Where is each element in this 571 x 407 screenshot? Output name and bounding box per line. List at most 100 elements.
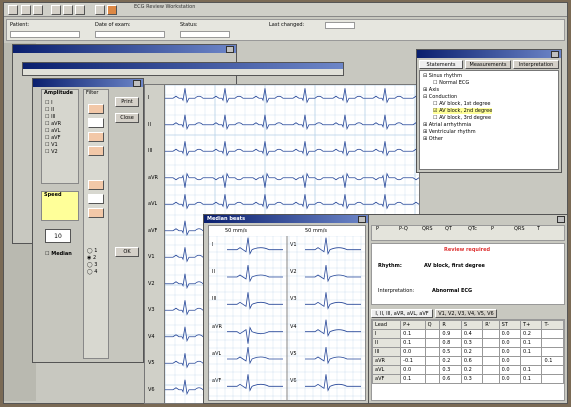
filter-button[interactable] xyxy=(88,104,104,114)
lead-label-column xyxy=(145,85,165,403)
median-beat-trace xyxy=(227,292,283,310)
lead-checkbox[interactable]: ☐ aVR xyxy=(45,121,77,128)
table-cell: 0.1 xyxy=(520,365,543,375)
tree-item[interactable]: ⊞ Other xyxy=(423,136,555,143)
lead-checkbox[interactable]: ☐ V2 xyxy=(45,149,77,156)
table-cell: aVR xyxy=(372,356,402,366)
lead-label: I xyxy=(51,100,53,106)
date-label: Date of exam: xyxy=(95,22,131,28)
table-cell: 0.0 xyxy=(400,365,426,375)
table-cell: I xyxy=(372,329,402,339)
close-icon[interactable] xyxy=(226,46,234,53)
filter-button[interactable] xyxy=(88,118,104,128)
table-cell: 0.1 xyxy=(400,329,426,339)
tree-item[interactable]: ⊞ Atrial arrhythmia xyxy=(423,122,555,129)
button-column: Filter ◯ 1 ◉ 2 ◯ 3 ◯ 4 xyxy=(83,89,109,359)
lead-label: V2 xyxy=(148,280,155,287)
tree-item[interactable]: ☐ AV block, 1st degree xyxy=(423,101,555,108)
filter-button[interactable] xyxy=(88,194,104,204)
table-row[interactable]: aVR -0.1 0.2 0.6 0.0 0.1 xyxy=(372,356,564,366)
tab-limb-leads[interactable]: I, II, III, aVR, aVL, aVF xyxy=(371,309,433,318)
table-row[interactable]: III 0.0 0.5 0.2 0.0 0.1 xyxy=(372,347,564,357)
patient-header: Patient: Date of exam: Status: Last chan… xyxy=(6,19,565,41)
ecg-lead-trace xyxy=(165,114,419,131)
close-button[interactable]: Close xyxy=(115,113,139,123)
tree-item[interactable]: ⊟ Conduction xyxy=(423,94,555,101)
ok-button[interactable]: OK xyxy=(115,247,139,257)
radio-option[interactable]: ◉ 2 xyxy=(87,255,109,262)
tree-item[interactable]: ☐ AV block, 3rd degree xyxy=(423,115,555,122)
lead-label: I xyxy=(148,95,150,102)
interval-column-label: QTc xyxy=(468,226,477,232)
table-cell xyxy=(541,365,564,375)
table-row[interactable]: II 0.1 0.8 0.3 0.0 0.1 xyxy=(372,338,564,348)
table-header-cell: Q xyxy=(424,320,441,330)
help-icon[interactable] xyxy=(95,5,105,15)
app-logo-icon[interactable] xyxy=(8,5,18,15)
lead-checkbox[interactable]: ☐ aVF xyxy=(45,135,77,142)
filter-button[interactable] xyxy=(88,146,104,156)
patient-label: Patient: xyxy=(10,22,30,28)
close-icon[interactable] xyxy=(551,51,559,58)
table-header-cell: R' xyxy=(482,320,500,330)
measurement-table: Lead P+ Q R S R' ST T+ T- I 0.1 0.9 0.4 0.0 0.2 II 0.1 0.… xyxy=(372,320,564,384)
table-row[interactable]: I 0.1 0.9 0.4 0.0 0.2 xyxy=(372,329,564,339)
exit-icon[interactable] xyxy=(107,5,117,15)
close-icon[interactable] xyxy=(358,216,366,223)
print-icon[interactable] xyxy=(51,5,61,15)
lead-checkbox[interactable]: ☐ aVL xyxy=(45,128,77,135)
lead-checkbox[interactable]: ☐ III xyxy=(45,114,77,121)
tree-item[interactable]: ☐ Normal ECG xyxy=(423,80,555,87)
table-cell: III xyxy=(372,347,402,357)
table-row[interactable]: aVF 0.1 0.6 0.3 0.0 0.1 xyxy=(372,374,564,384)
median-window-titlebar: Median beats xyxy=(204,215,368,223)
radio-option[interactable]: ◯ 1 xyxy=(87,248,109,255)
radio-option[interactable]: ◯ 3 xyxy=(87,262,109,269)
lead-checkbox[interactable]: ☐ I xyxy=(45,100,77,107)
tab-interpretation[interactable]: Interpretation xyxy=(513,60,559,69)
tree-item[interactable]: ⊞ Ventricular rhythm xyxy=(423,129,555,136)
tab-chest-leads[interactable]: V1, V2, V3, V4, V5, V6 xyxy=(435,309,497,318)
value-field[interactable]: 10 xyxy=(45,229,71,243)
median-checkbox[interactable]: ☐ Median xyxy=(45,251,72,258)
zoom-icon[interactable] xyxy=(63,5,73,15)
lead-checkbox[interactable]: ☐ II xyxy=(45,107,77,114)
table-cell: 0.1 xyxy=(520,338,543,348)
interval-column-label: P-Q xyxy=(399,226,408,232)
radio-option[interactable]: ◯ 4 xyxy=(87,269,109,276)
open-icon[interactable] xyxy=(21,5,31,15)
close-icon[interactable] xyxy=(557,216,565,223)
ecg-lead-trace xyxy=(165,141,419,157)
save-icon[interactable] xyxy=(33,5,43,15)
filter-button[interactable] xyxy=(88,208,104,218)
tree-item[interactable]: ⊞ Axis xyxy=(423,87,555,94)
table-cell: 0.1 xyxy=(400,374,426,384)
table-cell: 0.1 xyxy=(520,347,543,357)
close-icon[interactable] xyxy=(133,80,141,87)
statements-tree: ⊟ Sinus rhythm ☐ Normal ECG ⊞ Axis ⊟ Con… xyxy=(419,70,559,170)
tree-item-selected[interactable]: ☑ AV block, 2nd degree xyxy=(423,108,555,115)
tab-statements[interactable]: Statements xyxy=(419,60,463,69)
table-row[interactable]: aVL 0.0 0.3 0.2 0.0 0.1 xyxy=(372,365,564,375)
lead-checkbox[interactable]: ☐ V1 xyxy=(45,142,77,149)
table-cell: 0.5 xyxy=(439,347,462,357)
tab-measurements[interactable]: Measurements xyxy=(465,60,511,69)
interval-column-label: QRS xyxy=(422,226,433,232)
table-header-cell: R xyxy=(439,320,462,330)
print-button[interactable]: Print xyxy=(115,97,139,107)
table-cell: 0.1 xyxy=(520,374,543,384)
inner-window-titlebar xyxy=(23,63,343,69)
filter-button[interactable] xyxy=(88,132,104,142)
table-cell xyxy=(424,374,441,384)
radio-label: 4 xyxy=(94,269,98,275)
settings-icon[interactable] xyxy=(75,5,85,15)
tree-item[interactable]: ⊟ Sinus rhythm xyxy=(423,73,555,80)
radio-label: 1 xyxy=(94,248,98,254)
lead-label: aVL xyxy=(148,201,158,208)
filter-button[interactable] xyxy=(88,180,104,190)
table-cell: 0.2 xyxy=(460,365,484,375)
statements-window-titlebar xyxy=(417,50,561,58)
table-cell: 0.0 xyxy=(400,347,426,357)
median-plot[interactable]: 50 mm/s 50 mm/s I II III aVR aVL aVF V1 V2 V3 V4 V… xyxy=(208,225,366,401)
median-col1-header: 50 mm/s xyxy=(225,228,247,234)
